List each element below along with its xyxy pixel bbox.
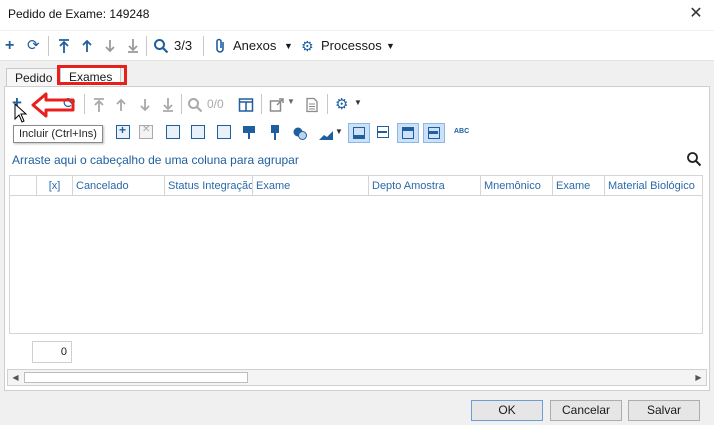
toolbar-divider (84, 94, 85, 114)
exames-grid[interactable]: [x] Cancelado Status Integração Exame De… (9, 175, 703, 334)
title-bar: Pedido de Exame: 149248 ✕ (0, 0, 714, 30)
scroll-right-icon[interactable]: ▶ (691, 370, 706, 385)
exames-panel: + ⟳ 0/0 ▼ ⚙ ▼ + ✕ ▼ ABC Arraste aqui o c… (4, 86, 710, 391)
dialog-window: Pedido de Exame: 149248 ✕ + ⟳ 3/3 Anexos… (0, 0, 714, 425)
horizontal-scrollbar[interactable]: ◀ ▶ (7, 369, 707, 386)
last-record-icon[interactable] (125, 38, 141, 54)
move-bottom-icon[interactable] (217, 125, 231, 139)
gear-icon: ⚙ (301, 38, 314, 54)
pin-down-icon[interactable] (267, 125, 283, 141)
ok-button[interactable]: OK (471, 400, 543, 421)
delete-row-icon[interactable]: ✕ (139, 124, 153, 139)
swap-icon[interactable] (166, 125, 180, 139)
cancel-button[interactable]: Cancelar (550, 400, 622, 421)
chevron-down-icon[interactable]: ▼ (284, 37, 293, 55)
toolbar-divider (181, 94, 182, 114)
shapes-icon[interactable] (292, 125, 308, 141)
scroll-left-icon[interactable]: ◀ (8, 370, 23, 385)
arrow-annotation-icon (31, 92, 75, 118)
toolbar-divider (146, 36, 147, 56)
chevron-down-icon[interactable]: ▼ (386, 37, 395, 55)
search-icon[interactable] (187, 97, 203, 113)
column-header-exame-2[interactable]: Exame (552, 176, 604, 196)
add-icon[interactable]: + (5, 37, 14, 55)
previous-record-icon[interactable] (113, 97, 129, 113)
toolbar-divider (203, 36, 204, 56)
add-tooltip: Incluir (Ctrl+Ins) (13, 125, 103, 143)
column-header-material-biologico[interactable]: Material Biológico (604, 176, 702, 196)
layout-split-icon[interactable] (377, 126, 389, 138)
layout-middle-icon[interactable] (423, 123, 445, 143)
close-icon[interactable]: ✕ (686, 4, 706, 24)
next-record-icon[interactable] (102, 38, 118, 54)
group-by-hint: Arraste aqui o cabeçalho de uma coluna p… (12, 153, 299, 167)
column-header-exame[interactable]: Exame (252, 176, 368, 196)
column-header-cancelado[interactable]: Cancelado (72, 176, 164, 196)
tab-highlight-annotation (57, 65, 127, 85)
toolbar-divider (48, 36, 49, 56)
tab-pedido[interactable]: Pedido (6, 68, 62, 88)
column-header-depto-amostra[interactable]: Depto Amostra (368, 176, 480, 196)
refresh-icon[interactable]: ⟳ (27, 37, 40, 55)
scrollbar-thumb[interactable] (24, 372, 248, 383)
chart-icon[interactable] (318, 126, 334, 142)
column-header-select[interactable]: [x] (36, 176, 72, 196)
toolbar-divider (327, 94, 328, 114)
main-toolbar: + ⟳ 3/3 Anexos ▼ ⚙ Processos ▼ (0, 31, 714, 61)
chevron-down-icon[interactable]: ▼ (287, 97, 295, 106)
processos-menu[interactable]: Processos (321, 37, 382, 55)
layout-top-icon[interactable] (397, 123, 419, 143)
first-record-icon[interactable] (56, 38, 72, 54)
export-icon[interactable] (269, 97, 285, 113)
anexos-menu[interactable]: Anexos (233, 37, 276, 55)
add-row-icon[interactable]: + (116, 123, 130, 139)
column-header-mnemonico[interactable]: Mnemônico (480, 176, 552, 196)
columns-icon[interactable] (238, 97, 254, 113)
layout-bottom-icon[interactable] (348, 123, 370, 143)
search-icon[interactable] (686, 151, 702, 167)
first-record-icon[interactable] (91, 97, 107, 113)
gear-icon[interactable]: ⚙ (335, 95, 348, 113)
search-icon[interactable] (153, 38, 169, 54)
toolbar-divider (261, 94, 262, 114)
inner-record-counter: 0/0 (207, 97, 224, 111)
previous-record-icon[interactable] (79, 38, 95, 54)
column-header-status-integracao[interactable]: Status Integração (164, 176, 252, 196)
next-record-icon[interactable] (137, 97, 153, 113)
document-icon[interactable] (304, 97, 320, 113)
chevron-down-icon[interactable]: ▼ (335, 127, 343, 136)
save-label: Salvar (646, 403, 681, 417)
cancel-label: Cancelar (561, 403, 611, 417)
window-title: Pedido de Exame: 149248 (8, 7, 150, 21)
move-top-icon[interactable] (191, 125, 205, 139)
record-counter: 3/3 (174, 38, 193, 53)
abc-icon[interactable]: ABC (454, 128, 469, 135)
row-indicator-header (10, 176, 36, 196)
save-button[interactable]: Salvar (628, 400, 700, 421)
row-count-field: 0 (32, 341, 72, 363)
pin-icon[interactable] (241, 125, 257, 141)
last-record-icon[interactable] (160, 97, 176, 113)
grid-header: [x] Cancelado Status Integração Exame De… (10, 176, 702, 196)
chevron-down-icon[interactable]: ▼ (354, 98, 362, 107)
mouse-cursor-icon (14, 103, 28, 123)
ok-label: OK (498, 403, 516, 417)
paperclip-icon (216, 38, 224, 53)
